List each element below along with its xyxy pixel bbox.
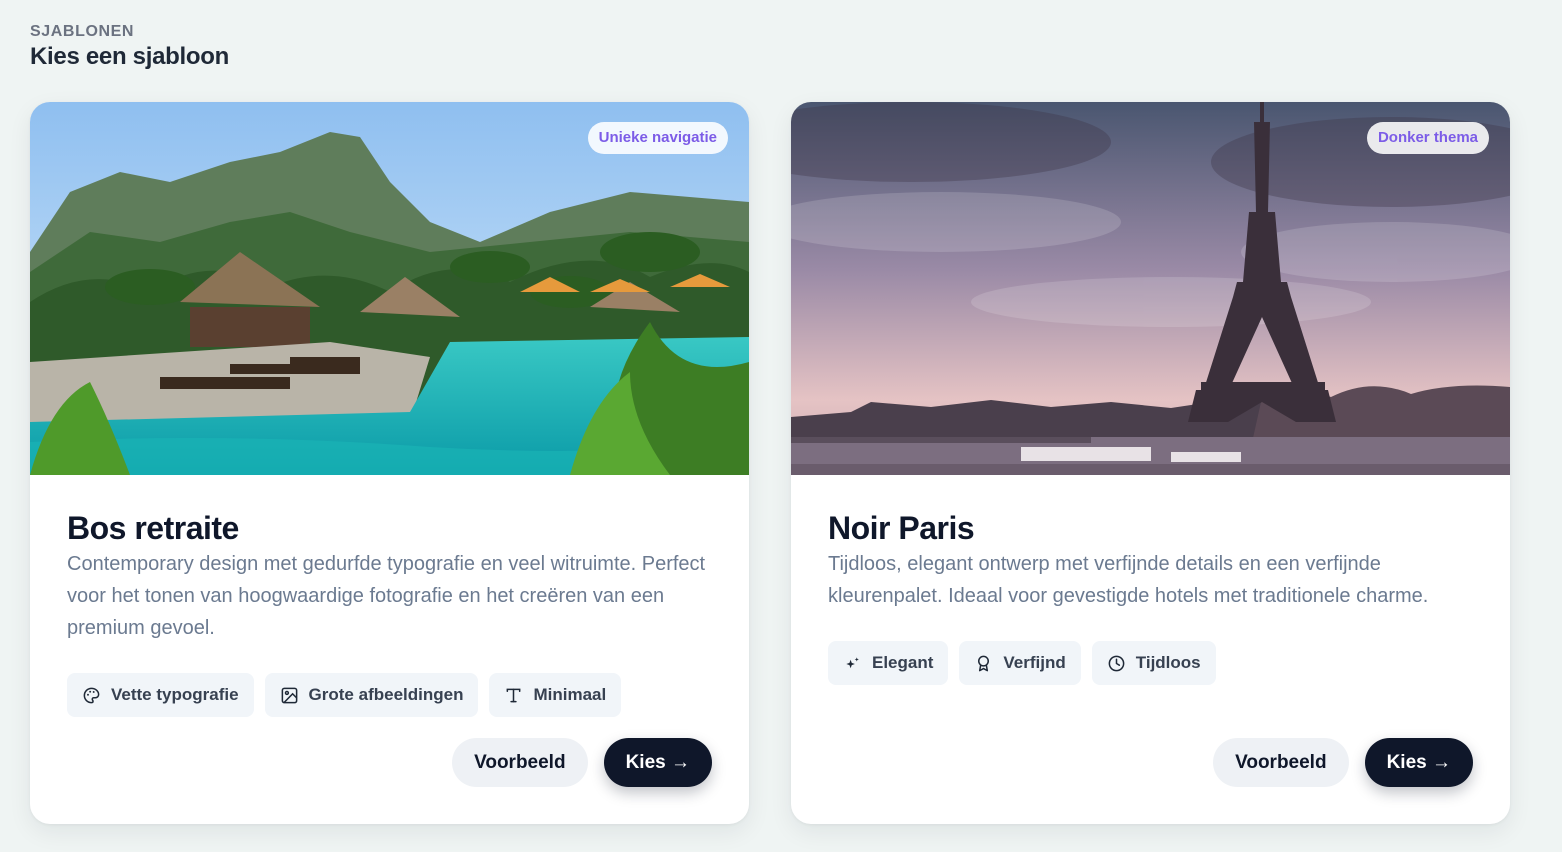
- template-title: Noir Paris: [828, 510, 975, 546]
- preview-button[interactable]: Voorbeeld: [452, 738, 588, 787]
- feature-tag-label: Vette typografie: [111, 685, 239, 704]
- template-badge: Unieke navigatie: [587, 122, 728, 154]
- template-card-noir-paris[interactable]: Donker thema Noir Paris Tijdloos, elegan…: [791, 102, 1510, 824]
- card-actions: Voorbeeld Kies →: [1213, 738, 1473, 787]
- feature-tag: Elegant: [828, 641, 949, 685]
- template-title: Bos retraite: [67, 510, 239, 546]
- feature-tag-label: Minimaal: [533, 685, 607, 704]
- template-card-bos-retraite[interactable]: Unieke navigatie Bos retraite Contempora…: [30, 102, 749, 824]
- type-icon: [507, 688, 521, 702]
- template-image: Donker thema: [791, 102, 1510, 475]
- palette-icon: [83, 687, 100, 703]
- image-icon: [281, 687, 297, 703]
- feature-tag: Tijdloos: [1091, 641, 1216, 685]
- award-icon: [978, 655, 990, 671]
- feature-tag: Verfijnd: [959, 641, 1081, 685]
- feature-tags: Vette typografie Grote afbeeldingen Mini…: [67, 673, 712, 717]
- feature-tag: Grote afbeeldingen: [264, 673, 479, 717]
- choose-button[interactable]: Kies →: [1364, 738, 1473, 787]
- feature-tag-label: Elegant: [872, 653, 934, 672]
- template-description: Contemporary design met gedurfde typogra…: [67, 553, 706, 639]
- template-badge: Donker thema: [1366, 122, 1489, 154]
- sparkles-icon: [846, 656, 859, 668]
- feature-tag: Vette typografie: [67, 673, 254, 717]
- feature-tag-label: Tijdloos: [1135, 653, 1201, 672]
- feature-tag: Minimaal: [489, 673, 622, 717]
- section-header: SJABLONEN Kies een sjabloon: [30, 22, 229, 72]
- template-description: Tijdloos, elegant ontwerp met verfijnde …: [828, 553, 1429, 607]
- feature-tag-label: Verfijnd: [1003, 653, 1066, 672]
- eiffel-tower-image: [791, 102, 1510, 475]
- feature-tag-label: Grote afbeeldingen: [308, 685, 464, 704]
- card-actions: Voorbeeld Kies →: [452, 738, 712, 787]
- page-title: Kies een sjabloon: [30, 43, 229, 70]
- choose-button[interactable]: Kies →: [603, 738, 712, 787]
- tropical-resort-image: [30, 102, 749, 475]
- clock-icon: [1108, 655, 1125, 671]
- section-eyebrow: SJABLONEN: [30, 23, 135, 40]
- feature-tags: Elegant Verfijnd Tijdloos: [828, 641, 1473, 685]
- preview-button[interactable]: Voorbeeld: [1213, 738, 1349, 787]
- template-image: Unieke navigatie: [30, 102, 749, 475]
